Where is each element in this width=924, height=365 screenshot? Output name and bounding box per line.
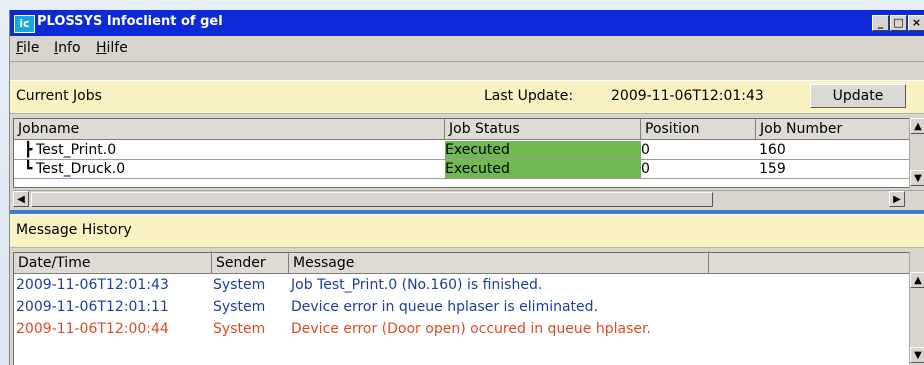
update-button[interactable]: Update xyxy=(810,84,906,108)
last-update-value: 2009-11-06T12:01:43 xyxy=(611,88,764,104)
tree-connector: ┣ xyxy=(24,142,33,158)
row-separator xyxy=(14,178,910,179)
title-bar[interactable]: ic PLOSSYS Infoclient of gel _ □ × xyxy=(10,10,924,36)
col-message[interactable]: Message xyxy=(289,253,709,274)
message-time: 2009-11-06T12:00:44 xyxy=(16,321,169,337)
tree-connector: ┗ xyxy=(24,161,33,177)
message-time: 2009-11-06T12:01:43 xyxy=(16,277,169,293)
menu-info[interactable]: Info xyxy=(54,40,81,56)
job-name: Test_Print.0 xyxy=(36,142,117,158)
close-button[interactable]: × xyxy=(908,15,924,31)
message-history-table[interactable]: Date/Time Sender Message 2009-11-06T12:0… xyxy=(13,252,911,365)
col-job-number[interactable]: Job Number xyxy=(756,119,910,140)
message-text: Device error (Door open) occured in queu… xyxy=(291,321,651,337)
scroll-right-arrow-icon[interactable]: ▶ xyxy=(889,191,905,207)
job-status: Executed xyxy=(445,141,641,159)
message-sender: System xyxy=(213,321,266,337)
menu-bar: File Info Hilfe xyxy=(10,36,924,62)
message-text: Job Test_Print.0 (No.160) is finished. xyxy=(291,277,543,293)
col-extra[interactable] xyxy=(709,253,910,274)
job-status: Executed xyxy=(445,160,641,178)
job-position: 0 xyxy=(641,161,650,177)
col-sender[interactable]: Sender xyxy=(212,253,289,274)
job-number: 159 xyxy=(759,161,786,177)
scroll-up-arrow-icon[interactable]: ▲ xyxy=(910,272,924,288)
maximize-button[interactable]: □ xyxy=(890,15,907,31)
app-window: ic PLOSSYS Infoclient of gel _ □ × File … xyxy=(9,10,924,365)
message-history-title: Message History xyxy=(16,222,132,238)
job-number: 160 xyxy=(759,142,786,158)
history-vertical-scrollbar[interactable]: ▲ ▼ xyxy=(909,252,924,365)
scroll-down-arrow-icon[interactable]: ▼ xyxy=(910,347,924,363)
scroll-up-arrow-icon[interactable]: ▲ xyxy=(910,118,924,134)
scroll-left-arrow-icon[interactable]: ◀ xyxy=(13,191,29,207)
col-date-time[interactable]: Date/Time xyxy=(14,253,212,274)
app-icon: ic xyxy=(14,15,35,33)
jobs-vertical-scrollbar[interactable]: ▲ ▼ xyxy=(909,118,924,188)
minimize-button[interactable]: _ xyxy=(872,15,889,31)
menu-hilfe[interactable]: Hilfe xyxy=(96,40,128,56)
col-jobname[interactable]: Jobname xyxy=(14,119,445,140)
current-jobs-title: Current Jobs xyxy=(16,88,102,104)
jobs-table[interactable]: Jobname Job Status Position Job Number ┣… xyxy=(13,118,911,188)
menu-file[interactable]: File xyxy=(16,40,39,56)
job-name: Test_Druck.0 xyxy=(36,161,126,177)
job-position: 0 xyxy=(641,142,650,158)
message-history-header: Message History xyxy=(10,214,924,248)
col-position[interactable]: Position xyxy=(641,119,756,140)
col-job-status[interactable]: Job Status xyxy=(445,119,641,140)
message-sender: System xyxy=(213,299,266,315)
message-time: 2009-11-06T12:01:11 xyxy=(16,299,169,315)
current-jobs-header: Current Jobs Last Update: 2009-11-06T12:… xyxy=(10,80,924,114)
jobs-horizontal-scrollbar[interactable]: ◀ ▶ xyxy=(13,190,924,207)
scroll-thumb[interactable] xyxy=(31,192,713,207)
message-sender: System xyxy=(213,277,266,293)
scroll-down-arrow-icon[interactable]: ▼ xyxy=(910,170,924,186)
message-text: Device error in queue hplaser is elimina… xyxy=(291,299,598,315)
last-update-label: Last Update: xyxy=(484,88,574,104)
window-title: PLOSSYS Infoclient of gel xyxy=(37,14,223,29)
